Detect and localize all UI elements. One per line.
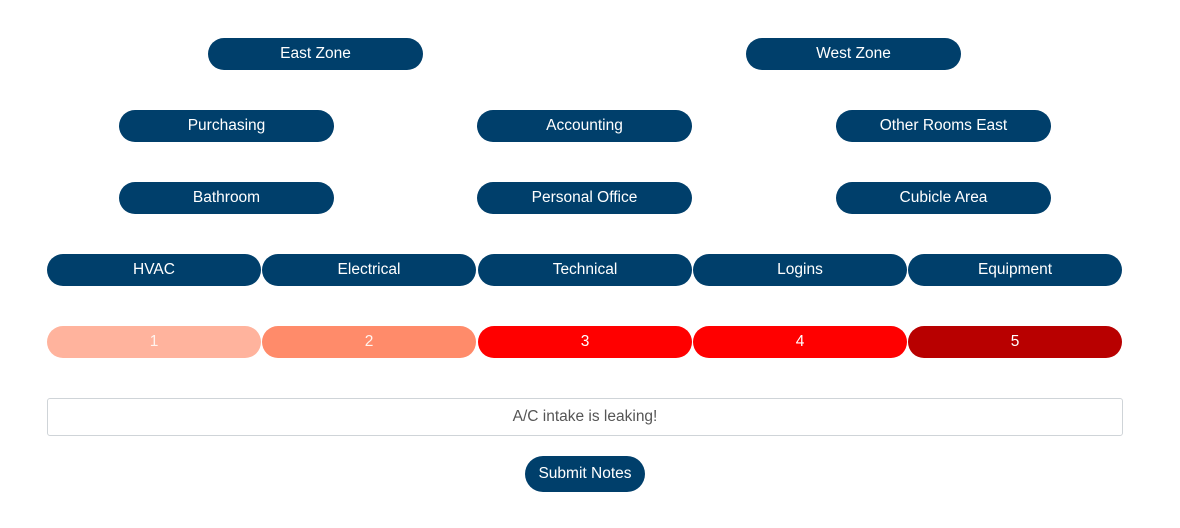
category-logins-button[interactable]: Logins bbox=[693, 254, 907, 286]
room-bathroom-button[interactable]: Bathroom bbox=[119, 182, 334, 214]
room-accounting-button[interactable]: Accounting bbox=[477, 110, 692, 142]
category-equipment-button[interactable]: Equipment bbox=[908, 254, 1122, 286]
east-zone-button[interactable]: East Zone bbox=[208, 38, 423, 70]
severity-5-button[interactable]: 5 bbox=[908, 326, 1122, 358]
severity-3-button[interactable]: 3 bbox=[478, 326, 692, 358]
severity-2-button[interactable]: 2 bbox=[262, 326, 476, 358]
room-other-rooms-east-button[interactable]: Other Rooms East bbox=[836, 110, 1051, 142]
category-technical-button[interactable]: Technical bbox=[478, 254, 692, 286]
room-purchasing-button[interactable]: Purchasing bbox=[119, 110, 334, 142]
severity-1-button[interactable]: 1 bbox=[47, 326, 261, 358]
category-electrical-button[interactable]: Electrical bbox=[262, 254, 476, 286]
category-hvac-button[interactable]: HVAC bbox=[47, 254, 261, 286]
severity-4-button[interactable]: 4 bbox=[693, 326, 907, 358]
room-cubicle-area-button[interactable]: Cubicle Area bbox=[836, 182, 1051, 214]
room-personal-office-button[interactable]: Personal Office bbox=[477, 182, 692, 214]
submit-notes-button[interactable]: Submit Notes bbox=[525, 456, 645, 492]
notes-input[interactable] bbox=[47, 398, 1123, 436]
west-zone-button[interactable]: West Zone bbox=[746, 38, 961, 70]
